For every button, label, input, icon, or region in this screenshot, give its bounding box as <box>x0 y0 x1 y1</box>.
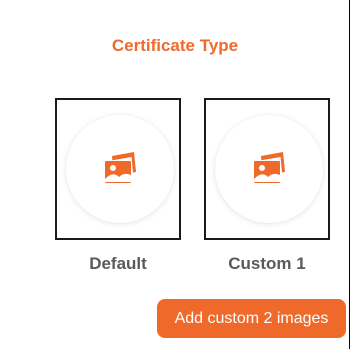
image-gallery-icon <box>105 152 136 183</box>
certificate-type-dialog: Certificate Type Default Custom 1 Add cu… <box>0 0 350 349</box>
option-label-default: Default <box>89 254 147 273</box>
dialog-title: Certificate Type <box>111 36 239 55</box>
certificate-option-custom-1[interactable] <box>204 98 330 240</box>
certificate-option-default[interactable] <box>55 98 181 240</box>
icon-circle <box>215 115 323 223</box>
add-custom-images-button[interactable]: Add custom 2 images <box>157 299 346 338</box>
icon-circle <box>66 115 174 223</box>
image-gallery-icon <box>254 152 285 183</box>
option-label-custom-1: Custom 1 <box>228 254 306 273</box>
